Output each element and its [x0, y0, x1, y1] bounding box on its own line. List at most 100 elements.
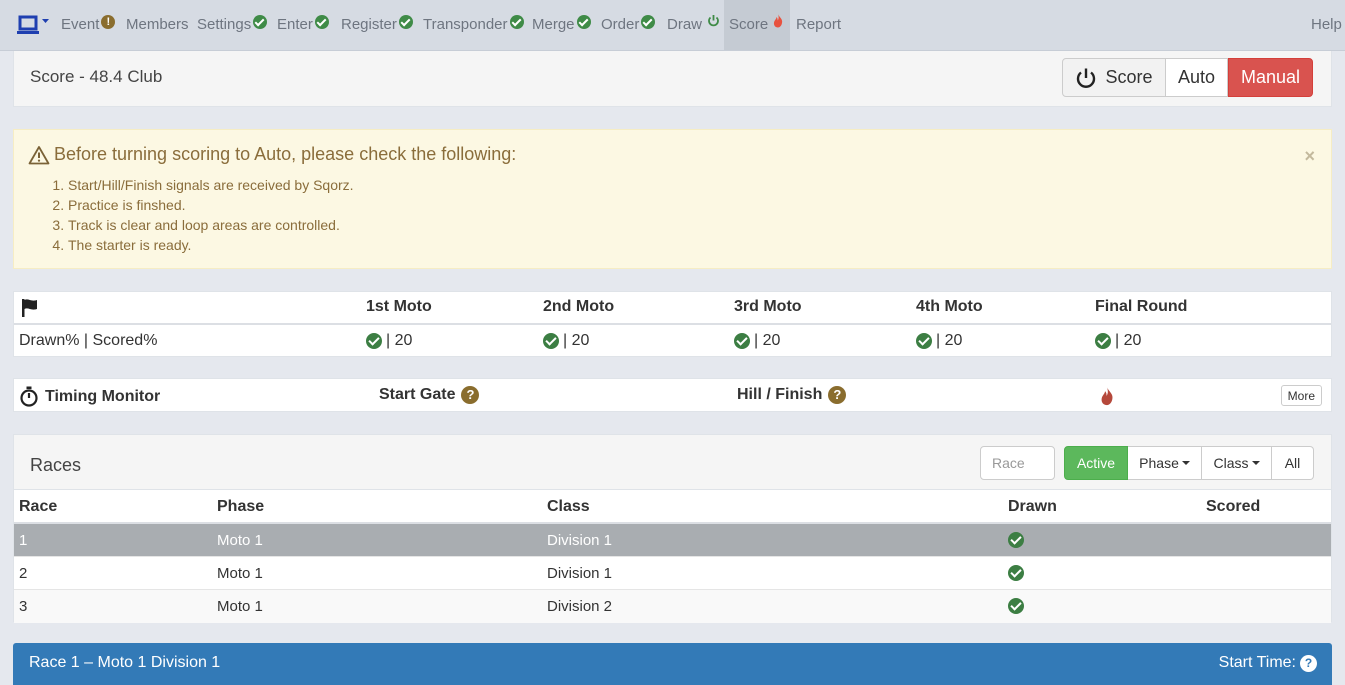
filter-phase-dropdown[interactable]: Phase [1128, 446, 1202, 480]
race-number: 3 [19, 598, 28, 615]
nav-report[interactable]: Report [796, 0, 841, 50]
col-phase[interactable]: Phase [217, 498, 264, 516]
close-icon[interactable]: × [1304, 146, 1315, 167]
alert-title: Before turning scoring to Auto, please c… [28, 144, 516, 165]
auto-warning-alert: Before turning scoring to Auto, please c… [13, 129, 1332, 269]
table-row[interactable]: 3 Moto 1 Division 2 [14, 590, 1331, 623]
race-number: 1 [19, 532, 28, 549]
nav-event-label: Event [61, 16, 100, 33]
nav-enter[interactable]: Enter [277, 0, 329, 50]
question-circle-icon[interactable]: ? [828, 386, 847, 404]
col-drawn[interactable]: Drawn [1008, 498, 1057, 516]
check-circle-icon [253, 15, 268, 30]
col-scored[interactable]: Scored [1206, 498, 1260, 516]
check-circle-icon [1008, 532, 1024, 548]
col-class[interactable]: Class [547, 498, 590, 516]
alert-title-text: Before turning scoring to Auto, please c… [54, 144, 517, 164]
filter-class-label: Class [1213, 455, 1249, 471]
filter-phase-label: Phase [1139, 455, 1179, 471]
fire-icon [774, 14, 783, 28]
check-circle-icon [1008, 598, 1024, 614]
timing-monitor-title: Timing Monitor [19, 386, 160, 407]
nav-register-label: Register [341, 16, 397, 33]
nav-transponder-label: Transponder [423, 16, 508, 33]
start-time: Start Time: ? [1219, 654, 1317, 672]
nav-order-label: Order [601, 16, 640, 33]
check-circle-icon [641, 15, 656, 30]
nav-draw-label: Draw [667, 16, 703, 33]
moto-status-3: | 20 [734, 332, 780, 350]
question-circle-icon[interactable]: ? [461, 386, 480, 404]
nav-transponder[interactable]: Transponder [423, 0, 524, 50]
exclamation-circle-icon: ! [101, 15, 116, 30]
start-gate-label: Start Gate [379, 386, 456, 403]
races-panel: Races Race Active Phase Class All Race P… [13, 434, 1332, 623]
nav-help[interactable]: Help [1311, 0, 1342, 50]
laptop-icon[interactable] [17, 14, 51, 36]
score-power-button[interactable]: Score [1062, 58, 1166, 97]
checklist-item: Practice is finshed. [68, 195, 354, 215]
checklist-item: Track is clear and loop areas are contro… [68, 215, 354, 235]
col-race[interactable]: Race [19, 498, 57, 516]
manual-button[interactable]: Manual [1228, 58, 1313, 97]
race-phase: Moto 1 [217, 598, 263, 615]
filter-class-dropdown[interactable]: Class [1202, 446, 1272, 480]
moto-value: | 20 [386, 332, 413, 349]
nav-merge[interactable]: Merge [532, 0, 591, 50]
race-phase: Moto 1 [217, 565, 263, 582]
nav-merge-label: Merge [532, 16, 575, 33]
auto-button[interactable]: Auto [1166, 58, 1228, 97]
start-time-label: Start Time: [1218, 654, 1296, 671]
check-circle-icon [1008, 565, 1024, 581]
moto-value: | 20 [936, 332, 963, 349]
checklist-item: The starter is ready. [68, 235, 354, 255]
nav-members[interactable]: Members [126, 0, 189, 50]
page-title: Score - 48.4 Club [30, 67, 163, 86]
races-title: Races [30, 455, 82, 475]
alert-checklist: Start/Hill/Finish signals are received b… [28, 175, 354, 255]
moto-col-1: 1st Moto [366, 298, 432, 315]
race-drawn [1008, 532, 1024, 552]
filter-all-button[interactable]: All [1272, 446, 1314, 480]
nav-event[interactable]: Event! [61, 0, 116, 50]
nav-report-label: Report [796, 16, 842, 33]
power-icon [708, 15, 720, 27]
check-circle-icon [916, 333, 932, 349]
timing-title-text: Timing Monitor [45, 387, 161, 405]
nav-order[interactable]: Order [601, 0, 656, 50]
moto-col-4: 4th Moto [916, 298, 983, 315]
check-circle-icon [576, 15, 591, 30]
nav-settings-label: Settings [197, 16, 252, 33]
checklist-item: Start/Hill/Finish signals are received b… [68, 175, 354, 195]
caret-down-icon [1251, 461, 1260, 465]
nav-settings[interactable]: Settings [197, 0, 268, 50]
moto-header-row: 1st Moto 2nd Moto 3rd Moto 4th Moto Fina… [14, 292, 1331, 325]
race-detail-title: Race 1 – Moto 1 Division 1 [29, 654, 221, 671]
moto-status-2: | 20 [543, 332, 589, 350]
filter-active-button[interactable]: Active [1064, 446, 1128, 480]
nav-score[interactable]: Score [724, 0, 790, 50]
nav-draw[interactable]: Draw [667, 0, 720, 50]
moto-status-1: | 20 [366, 332, 412, 350]
start-gate-status: Start Gate ? [379, 386, 480, 404]
more-button[interactable]: More [1280, 385, 1322, 406]
race-phase: Moto 1 [217, 532, 263, 549]
nav-register[interactable]: Register [341, 0, 413, 50]
fire-icon [1101, 387, 1113, 406]
races-header: Races Race Active Phase Class All [14, 435, 1331, 490]
moto-row-label: Drawn% | Scored% [19, 332, 158, 349]
flag-icon [22, 299, 37, 317]
race-drawn [1008, 598, 1024, 618]
check-circle-icon [314, 15, 329, 30]
table-row[interactable]: 1 Moto 1 Division 1 [14, 524, 1331, 557]
check-circle-icon [734, 333, 750, 349]
race-search-input[interactable]: Race [980, 446, 1055, 480]
question-circle-icon[interactable]: ? [1300, 654, 1317, 672]
table-row[interactable]: 2 Moto 1 Division 1 [14, 557, 1331, 590]
nav-help-label: Help [1311, 16, 1342, 33]
warning-triangle-icon [28, 145, 50, 164]
moto-value: | 20 [1115, 332, 1142, 349]
moto-status-4: | 20 [916, 332, 962, 350]
moto-col-2: 2nd Moto [543, 298, 615, 315]
moto-value: | 20 [563, 332, 590, 349]
